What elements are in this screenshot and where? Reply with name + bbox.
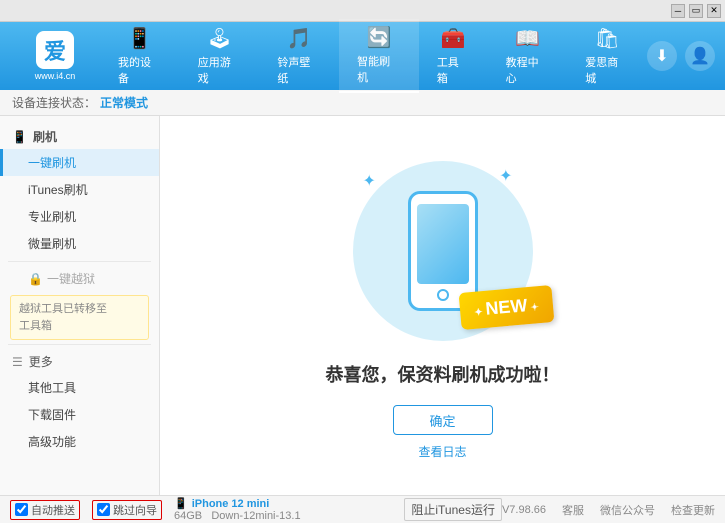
nav-mall-label: 爱思商城 bbox=[585, 54, 629, 86]
device-info: 📱 iPhone 12 mini 64GB Down-12mini-13.1 bbox=[174, 497, 301, 522]
my-device-icon: 📱 bbox=[127, 26, 152, 51]
minimize-button[interactable]: ─ bbox=[671, 4, 685, 18]
sidebar-item-micro-flash[interactable]: 微量刷机 bbox=[0, 230, 159, 257]
download-button[interactable]: ⬇ bbox=[647, 41, 677, 71]
info-box-text: 越狱工具已转移至工具箱 bbox=[19, 303, 107, 332]
device-name-row: 📱 iPhone 12 mini bbox=[174, 497, 301, 510]
device-name-text: iPhone 12 mini bbox=[192, 498, 270, 510]
skip-wizard-label: 跳过向导 bbox=[113, 502, 157, 518]
mall-icon: 🛍 bbox=[594, 26, 619, 51]
stop-itunes-button[interactable]: 阻止iTunes运行 bbox=[404, 498, 502, 521]
auto-push-checkbox[interactable] bbox=[15, 503, 28, 516]
update-link[interactable]: 检查更新 bbox=[671, 502, 715, 518]
sidebar-item-pro-flash[interactable]: 专业刷机 bbox=[0, 203, 159, 230]
status-label: 设备连接状态： bbox=[12, 94, 96, 111]
nav-my-device[interactable]: 📱 我的设备 bbox=[100, 20, 180, 92]
header: 爱 www.i4.cn 📱 我的设备 🕹 应用游戏 🎵 铃声壁纸 🔄 智能刷机 … bbox=[0, 22, 725, 90]
flash-section-label: 刷机 bbox=[33, 128, 57, 145]
sidebar-item-other-tools[interactable]: 其他工具 bbox=[0, 374, 159, 401]
service-link[interactable]: 客服 bbox=[562, 502, 584, 518]
device-icon: 📱 bbox=[174, 497, 188, 510]
wallpaper-icon: 🎵 bbox=[287, 26, 312, 51]
more-section-label: 更多 bbox=[29, 353, 53, 370]
sidebar-section-flash: 📱 刷机 bbox=[0, 124, 159, 149]
one-click-flash-label: 一键刷机 bbox=[28, 156, 76, 170]
smart-flash-icon: 🔄 bbox=[367, 25, 392, 50]
sidebar-item-one-click-flash[interactable]: 一键刷机 bbox=[0, 149, 159, 176]
jailbreak-label: 一键越狱 bbox=[47, 270, 95, 287]
bottom-right: V7.98.66 客服 微信公众号 检查更新 bbox=[502, 502, 715, 518]
skip-wizard-checkbox[interactable] bbox=[97, 503, 110, 516]
device-model: Down-12mini-13.1 bbox=[211, 510, 300, 522]
micro-flash-label: 微量刷机 bbox=[28, 237, 76, 251]
bottom-bar: 自动推送 跳过向导 📱 iPhone 12 mini 64GB Down-12m… bbox=[0, 495, 725, 523]
pro-flash-label: 专业刷机 bbox=[28, 210, 76, 224]
logo[interactable]: 爱 www.i4.cn bbox=[10, 31, 100, 81]
sidebar-jailbreak-section: 🔒 一键越狱 bbox=[0, 266, 159, 291]
status-value: 正常模式 bbox=[100, 94, 148, 111]
content-area: ✦ ✦ NEW 恭喜您，保资料刷机成功啦！ 确定 查看日志 bbox=[160, 116, 725, 495]
nav-wallpaper[interactable]: 🎵 铃声壁纸 bbox=[259, 20, 339, 92]
app-game-icon: 🕹 bbox=[207, 26, 232, 51]
itunes-flash-label: iTunes刷机 bbox=[28, 183, 88, 197]
nav-tutorial-label: 教程中心 bbox=[506, 54, 550, 86]
logo-icon: 爱 bbox=[36, 31, 74, 69]
nav-app-game[interactable]: 🕹 应用游戏 bbox=[180, 20, 260, 92]
sidebar-divider-2 bbox=[8, 344, 151, 345]
phone-screen bbox=[417, 204, 469, 284]
status-bar: 设备连接状态： 正常模式 bbox=[0, 90, 725, 116]
sidebar: 📱 刷机 一键刷机 iTunes刷机 专业刷机 微量刷机 🔒 一键越狱 越狱工具… bbox=[0, 116, 160, 495]
nav-wallpaper-label: 铃声壁纸 bbox=[277, 54, 321, 86]
bottom-left: 自动推送 跳过向导 📱 iPhone 12 mini 64GB Down-12m… bbox=[10, 497, 404, 522]
nav-toolbox[interactable]: 🧰 工具箱 bbox=[419, 20, 488, 92]
success-message: 恭喜您，保资料刷机成功啦！ bbox=[326, 361, 560, 387]
sidebar-item-itunes-flash[interactable]: iTunes刷机 bbox=[0, 176, 159, 203]
nav-app-game-label: 应用游戏 bbox=[198, 54, 242, 86]
restore-button[interactable]: ▭ bbox=[689, 4, 703, 18]
version-text: V7.98.66 bbox=[502, 504, 546, 516]
user-button[interactable]: 👤 bbox=[685, 41, 715, 71]
device-details: 64GB Down-12mini-13.1 bbox=[174, 510, 301, 522]
nav-mall[interactable]: 🛍 爱思商城 bbox=[567, 20, 647, 92]
sidebar-item-download-firmware[interactable]: 下载固件 bbox=[0, 401, 159, 428]
flash-section-icon: 📱 bbox=[12, 130, 27, 144]
other-tools-label: 其他工具 bbox=[28, 381, 76, 395]
stop-itunes-label: 阻止iTunes运行 bbox=[411, 501, 495, 518]
nav-toolbox-label: 工具箱 bbox=[437, 54, 470, 86]
close-button[interactable]: ✕ bbox=[707, 4, 721, 18]
download-firmware-label: 下载固件 bbox=[28, 408, 76, 422]
lock-icon: 🔒 bbox=[28, 272, 43, 286]
nav-my-device-label: 我的设备 bbox=[118, 54, 162, 86]
nav-smart-flash-label: 智能刷机 bbox=[357, 53, 401, 85]
phone-illustration: ✦ ✦ NEW bbox=[343, 151, 543, 351]
sidebar-divider-1 bbox=[8, 261, 151, 262]
wechat-link[interactable]: 微信公众号 bbox=[600, 502, 655, 518]
auto-push-checkbox-label[interactable]: 自动推送 bbox=[10, 500, 80, 520]
view-log-link[interactable]: 查看日志 bbox=[418, 443, 466, 460]
header-actions: ⬇ 👤 bbox=[647, 41, 715, 71]
advanced-label: 高级功能 bbox=[28, 435, 76, 449]
confirm-button[interactable]: 确定 bbox=[393, 405, 493, 435]
main-area: 📱 刷机 一键刷机 iTunes刷机 专业刷机 微量刷机 🔒 一键越狱 越狱工具… bbox=[0, 116, 725, 495]
new-badge: NEW bbox=[458, 285, 554, 330]
sidebar-info-box: 越狱工具已转移至工具箱 bbox=[10, 295, 149, 340]
sidebar-more-section: ☰ 更多 bbox=[0, 349, 159, 374]
device-storage: 64GB bbox=[174, 510, 202, 522]
logo-site: www.i4.cn bbox=[35, 71, 76, 81]
main-nav: 📱 我的设备 🕹 应用游戏 🎵 铃声壁纸 🔄 智能刷机 🧰 工具箱 📖 教程中心… bbox=[100, 19, 647, 93]
sparkle-top-right: ✦ bbox=[499, 166, 512, 186]
more-section-icon: ☰ bbox=[12, 355, 23, 369]
sidebar-item-advanced[interactable]: 高级功能 bbox=[0, 428, 159, 455]
auto-push-label: 自动推送 bbox=[31, 502, 75, 518]
phone-home-button bbox=[437, 289, 449, 301]
sparkle-top-left: ✦ bbox=[363, 171, 376, 191]
window-controls: ─ ▭ ✕ bbox=[671, 4, 721, 18]
nav-smart-flash[interactable]: 🔄 智能刷机 bbox=[339, 19, 419, 93]
tutorial-icon: 📖 bbox=[515, 26, 540, 51]
toolbox-icon: 🧰 bbox=[441, 26, 466, 51]
skip-wizard-checkbox-label[interactable]: 跳过向导 bbox=[92, 500, 162, 520]
nav-tutorial[interactable]: 📖 教程中心 bbox=[488, 20, 568, 92]
